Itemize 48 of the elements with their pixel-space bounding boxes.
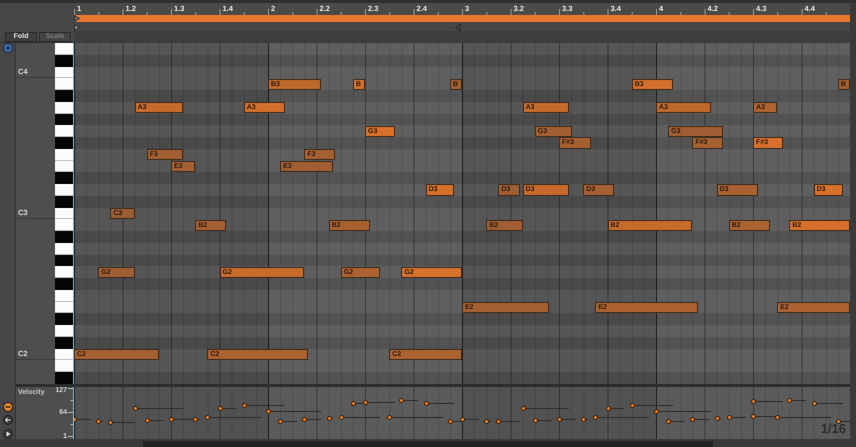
velocity-marker[interactable] [108, 420, 135, 426]
velocity-marker[interactable] [193, 417, 200, 422]
velocity-marker[interactable] [581, 417, 588, 422]
velocity-marker[interactable] [144, 418, 164, 424]
velocity-marker[interactable] [460, 417, 479, 422]
velocity-marker[interactable] [836, 419, 850, 424]
velocity-marker[interactable] [690, 417, 710, 422]
velocity-marker[interactable] [278, 419, 298, 424]
velocity-marker[interactable] [74, 417, 91, 422]
velocity-marker[interactable] [399, 398, 418, 403]
velocity-marker[interactable] [424, 400, 454, 406]
velocity-marker[interactable] [630, 402, 673, 408]
lane-button[interactable] [3, 429, 13, 439]
velocity-marker[interactable] [205, 414, 261, 420]
velocity-marker[interactable] [606, 406, 624, 412]
velocity-scale-ticks [68, 388, 73, 438]
velocity-marker[interactable] [751, 414, 778, 419]
velocity-marker[interactable] [593, 414, 649, 420]
velocity-marker[interactable] [726, 414, 746, 420]
preview-button[interactable] [3, 43, 13, 53]
velocity-marker[interactable] [751, 398, 784, 404]
velocity-marker[interactable] [812, 400, 843, 406]
velocity-marker[interactable] [326, 416, 334, 421]
velocity-marker[interactable] [666, 419, 686, 424]
velocity-marker[interactable] [654, 409, 711, 414]
end-marker-icon[interactable] [455, 24, 461, 31]
velocity-marker[interactable] [787, 398, 806, 403]
lane-button[interactable] [3, 402, 13, 412]
velocity-marker[interactable] [242, 402, 285, 408]
velocity-marker[interactable] [302, 417, 322, 422]
velocity-marker[interactable] [775, 414, 831, 420]
velocity-marker[interactable] [96, 419, 104, 424]
velocity-marker[interactable] [484, 419, 492, 424]
velocity-marker[interactable] [520, 406, 569, 412]
velocity-marker[interactable] [132, 406, 184, 412]
piano-keyboard[interactable] [55, 43, 74, 384]
lane-button[interactable] [3, 415, 13, 425]
velocity-marker[interactable] [532, 418, 552, 424]
velocity-marker[interactable] [714, 416, 722, 421]
plus-icon [4, 44, 12, 52]
velocity-marker[interactable] [496, 419, 520, 424]
velocity-marker[interactable] [557, 417, 576, 422]
velocity-marker[interactable] [218, 406, 236, 412]
arrow-icon [4, 416, 12, 424]
velocity-marker[interactable] [266, 409, 322, 414]
velocity-marker[interactable] [387, 414, 443, 420]
velocity-marker[interactable] [363, 400, 396, 405]
velocity-marker[interactable] [338, 414, 380, 420]
